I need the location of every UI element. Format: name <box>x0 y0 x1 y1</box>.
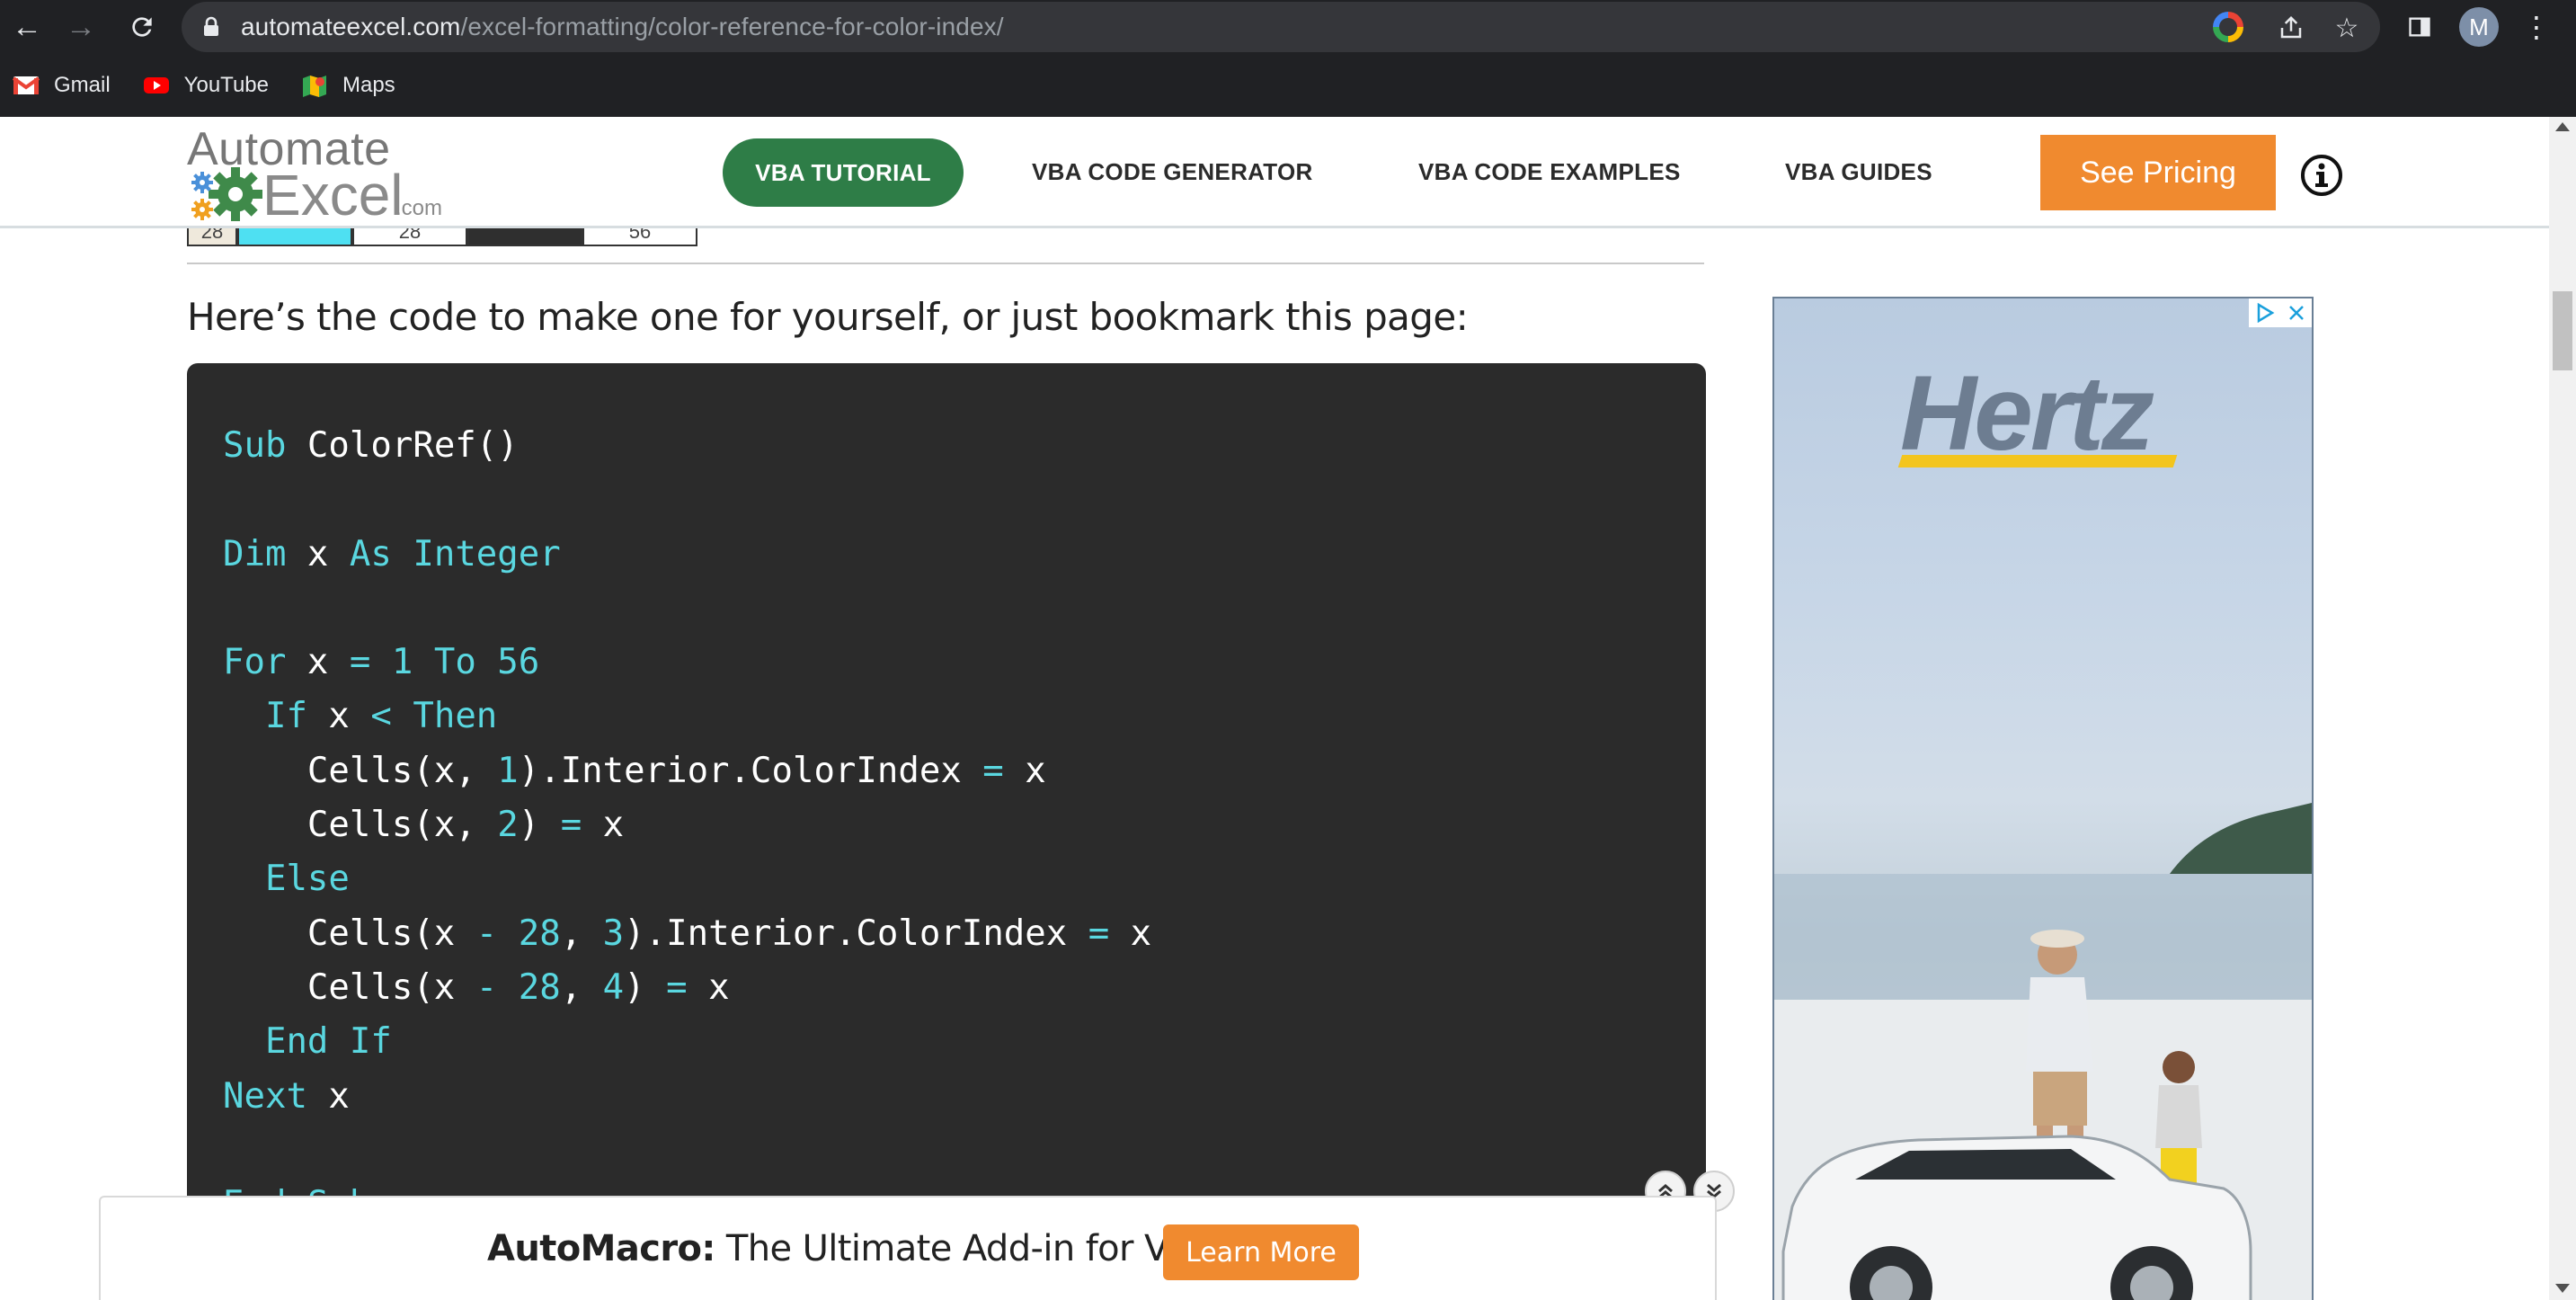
scroll-down-arrow-icon[interactable] <box>2555 1284 2570 1293</box>
vba-code-block[interactable]: Sub ColorRef() Dim x As Integer For x = … <box>187 363 1706 1300</box>
table-cell-color-swatch <box>467 228 582 246</box>
hertz-logo-underline <box>1897 455 2178 467</box>
bookmark-youtube[interactable]: YouTube <box>143 73 269 98</box>
color-index-table-fragment: 28 28 56 <box>187 228 697 246</box>
table-cell-color-swatch <box>237 228 352 246</box>
url-text[interactable]: automateexcel.com/excel-formatting/color… <box>241 13 1004 41</box>
side-panel-icon[interactable] <box>2400 7 2439 47</box>
nav-vba-code-examples[interactable]: VBA CODE EXAMPLES <box>1418 158 1681 186</box>
see-pricing-button[interactable]: See Pricing <box>2040 135 2276 210</box>
scroll-thumb[interactable] <box>2553 291 2572 370</box>
gear-blue-icon <box>191 172 213 193</box>
lock-icon[interactable] <box>201 16 223 38</box>
browser-chrome: ← → automateexcel.com/excel-formatting/c… <box>0 0 2576 117</box>
back-icon[interactable]: ← <box>5 5 49 49</box>
gear-green-icon <box>209 167 262 221</box>
nav-vba-code-generator[interactable]: VBA CODE GENERATOR <box>1032 158 1313 186</box>
section-divider <box>187 263 1704 264</box>
bookmark-label: YouTube <box>183 73 269 97</box>
site-header: Automate Excel .com VBA TUTORIAL VBA COD… <box>0 117 2549 228</box>
bookmark-gmail[interactable]: Gmail <box>12 73 111 98</box>
hertz-advertisement[interactable]: Hertz <box>1772 297 2314 1300</box>
url-path: /excel-formatting/color-reference-for-co… <box>460 13 1004 40</box>
automacro-promo-bar: AutoMacro: The Ultimate Add-in for VBA L… <box>99 1196 1717 1300</box>
table-cell: 56 <box>582 228 697 246</box>
google-lens-icon[interactable] <box>2213 12 2243 42</box>
site-logo[interactable]: Automate Excel .com <box>187 122 448 227</box>
profile-avatar[interactable]: M <box>2459 7 2499 47</box>
promo-brand: AutoMacro: <box>487 1228 715 1269</box>
logo-text-com: .com <box>395 196 443 220</box>
nav-vba-guides[interactable]: VBA GUIDES <box>1785 158 1932 186</box>
page-scrollbar[interactable] <box>2549 117 2576 1300</box>
share-icon[interactable] <box>2274 11 2308 45</box>
bookmarks-bar: Gmail YouTube Maps <box>0 65 415 106</box>
info-icon[interactable] <box>2299 153 2344 198</box>
reload-icon[interactable] <box>120 5 164 49</box>
more-menu-icon[interactable]: ⋮ <box>2517 7 2556 47</box>
ad-close-icon[interactable] <box>2280 298 2312 327</box>
table-cell: 28 <box>352 228 467 246</box>
table-cell: 28 <box>187 228 237 246</box>
logo-text-excel: Excel <box>262 163 404 227</box>
scroll-up-arrow-icon[interactable] <box>2555 122 2570 131</box>
learn-more-button[interactable]: Learn More <box>1163 1224 1359 1280</box>
bookmark-star-icon[interactable]: ☆ <box>2330 11 2364 45</box>
code-text[interactable]: Sub ColorRef() Dim x As Integer For x = … <box>223 419 1151 1232</box>
promo-text: AutoMacro: The Ultimate Add-in for VBA <box>487 1228 1217 1269</box>
gear-orange-icon <box>191 199 213 220</box>
youtube-icon <box>143 75 170 96</box>
ad-choices-icon[interactable] <box>2249 298 2280 327</box>
maps-icon <box>301 75 328 97</box>
bookmark-maps[interactable]: Maps <box>301 73 395 98</box>
forward-icon[interactable]: → <box>59 5 102 49</box>
intro-paragraph: Here’s the code to make one for yourself… <box>187 295 1469 339</box>
bookmark-label: Gmail <box>54 73 111 97</box>
beach-car-scene <box>1774 802 2312 1300</box>
nav-vba-tutorial[interactable]: VBA TUTORIAL <box>723 138 964 207</box>
promo-tagline: The Ultimate Add-in for VBA <box>715 1228 1217 1269</box>
bookmark-label: Maps <box>342 73 395 97</box>
url-host: automateexcel.com <box>241 13 461 40</box>
gmail-icon <box>12 75 40 96</box>
address-bar[interactable]: automateexcel.com/excel-formatting/color… <box>182 2 2380 52</box>
ad-controls <box>2249 298 2312 327</box>
